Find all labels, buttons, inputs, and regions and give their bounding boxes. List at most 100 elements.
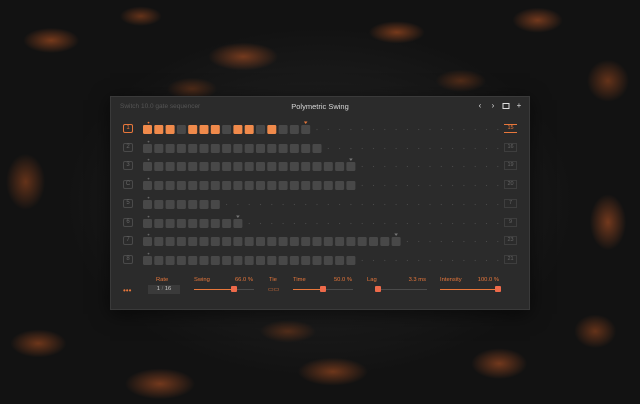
step-cell[interactable] <box>256 237 265 247</box>
step-cell[interactable] <box>278 181 288 191</box>
rate-selector[interactable]: 1 / 16 <box>148 285 180 294</box>
step-cell[interactable] <box>256 162 265 172</box>
step-cell-on[interactable] <box>154 125 164 134</box>
step-cell[interactable] <box>380 237 390 247</box>
step-cell[interactable] <box>346 162 356 172</box>
track-length[interactable]: 15 <box>504 124 517 133</box>
step-cell[interactable] <box>143 199 152 209</box>
step-cell[interactable] <box>312 237 322 247</box>
step-cell[interactable] <box>143 218 152 228</box>
step-cell[interactable] <box>312 255 322 265</box>
track-length[interactable]: 9 <box>504 217 517 227</box>
step-cell[interactable] <box>154 162 164 172</box>
step-cell[interactable] <box>176 181 186 191</box>
prev-preset-icon[interactable]: ‹ <box>475 101 485 111</box>
swing-slider-knob[interactable] <box>230 286 237 292</box>
step-cell[interactable] <box>176 143 186 153</box>
step-cell[interactable] <box>143 255 152 265</box>
track-select-button[interactable]: 1 <box>123 124 133 133</box>
step-cell[interactable] <box>188 143 198 153</box>
step-cell[interactable] <box>199 181 209 191</box>
step-cell[interactable] <box>335 237 345 247</box>
step-cell[interactable] <box>154 218 164 228</box>
step-cell[interactable] <box>199 218 209 228</box>
track-length[interactable]: 21 <box>504 254 517 264</box>
track-select-button[interactable]: 2 <box>123 142 133 152</box>
step-cell[interactable] <box>244 255 254 265</box>
step-cell-on[interactable] <box>210 125 220 134</box>
step-cell[interactable] <box>233 255 243 265</box>
step-cell[interactable] <box>222 181 232 191</box>
step-cell[interactable] <box>278 143 288 153</box>
step-cell[interactable] <box>176 237 186 247</box>
step-cell[interactable] <box>233 143 243 153</box>
step-cell[interactable] <box>301 255 311 265</box>
step-cell[interactable] <box>244 237 254 247</box>
step-cell-on[interactable] <box>143 125 152 134</box>
step-cell[interactable] <box>188 218 198 228</box>
step-cell-on[interactable] <box>244 125 254 134</box>
step-cell[interactable] <box>165 143 175 153</box>
track-length[interactable]: 19 <box>504 161 517 171</box>
step-cell[interactable] <box>323 255 333 265</box>
step-cell[interactable] <box>289 181 299 191</box>
step-cell[interactable] <box>222 237 232 247</box>
step-cell[interactable] <box>210 181 220 191</box>
step-cell[interactable] <box>323 181 333 191</box>
step-cell[interactable] <box>256 181 265 191</box>
step-cell[interactable] <box>165 237 175 247</box>
step-cell[interactable] <box>289 162 299 172</box>
step-cell[interactable] <box>312 143 322 153</box>
step-cell[interactable] <box>267 255 277 265</box>
lag-slider-knob[interactable] <box>374 286 381 292</box>
step-cell[interactable] <box>267 181 277 191</box>
track-length[interactable]: 20 <box>504 180 517 190</box>
add-preset-icon[interactable]: + <box>514 101 524 111</box>
step-cell[interactable] <box>188 255 198 265</box>
preset-name[interactable]: Polymetric Swing <box>111 102 529 111</box>
step-cell[interactable] <box>256 143 265 153</box>
track-select-button[interactable]: C <box>123 180 133 190</box>
step-cell[interactable] <box>165 199 175 209</box>
step-cell[interactable] <box>199 162 209 172</box>
step-cell[interactable] <box>233 162 243 172</box>
track-length[interactable]: 7 <box>504 198 517 208</box>
step-cell[interactable] <box>301 125 311 134</box>
step-cell[interactable] <box>256 255 265 265</box>
step-cell[interactable] <box>244 181 254 191</box>
step-cell[interactable] <box>154 199 164 209</box>
step-cell[interactable] <box>222 125 232 134</box>
track-select-button[interactable]: 7 <box>123 236 133 246</box>
step-cell[interactable] <box>267 143 277 153</box>
save-preset-icon[interactable] <box>501 101 511 111</box>
step-cell[interactable] <box>143 181 152 191</box>
step-cell[interactable] <box>199 255 209 265</box>
step-cell[interactable] <box>301 181 311 191</box>
track-select-button[interactable]: 6 <box>123 217 133 227</box>
step-cell[interactable] <box>222 218 232 228</box>
step-cell[interactable] <box>289 237 299 247</box>
step-cell[interactable] <box>143 162 152 172</box>
step-cell[interactable] <box>301 143 311 153</box>
step-cell[interactable] <box>289 255 299 265</box>
more-menu-icon[interactable]: ••• <box>123 286 131 295</box>
step-cell[interactable] <box>176 199 186 209</box>
step-cell[interactable] <box>154 255 164 265</box>
step-cell[interactable] <box>210 218 220 228</box>
step-cell-on[interactable] <box>165 125 175 134</box>
step-cell[interactable] <box>165 255 175 265</box>
step-cell[interactable] <box>289 125 299 134</box>
step-cell-on[interactable] <box>267 125 277 134</box>
step-cell[interactable] <box>335 181 345 191</box>
step-cell[interactable] <box>301 162 311 172</box>
step-cell[interactable] <box>143 143 152 153</box>
intensity-slider-knob[interactable] <box>495 286 501 292</box>
step-cell[interactable] <box>301 237 311 247</box>
step-cell[interactable] <box>154 237 164 247</box>
step-cell[interactable] <box>165 162 175 172</box>
step-cell[interactable] <box>267 162 277 172</box>
step-cell[interactable] <box>278 255 288 265</box>
step-cell-on[interactable] <box>233 125 243 134</box>
step-cell[interactable] <box>154 181 164 191</box>
next-preset-icon[interactable]: › <box>488 101 498 111</box>
